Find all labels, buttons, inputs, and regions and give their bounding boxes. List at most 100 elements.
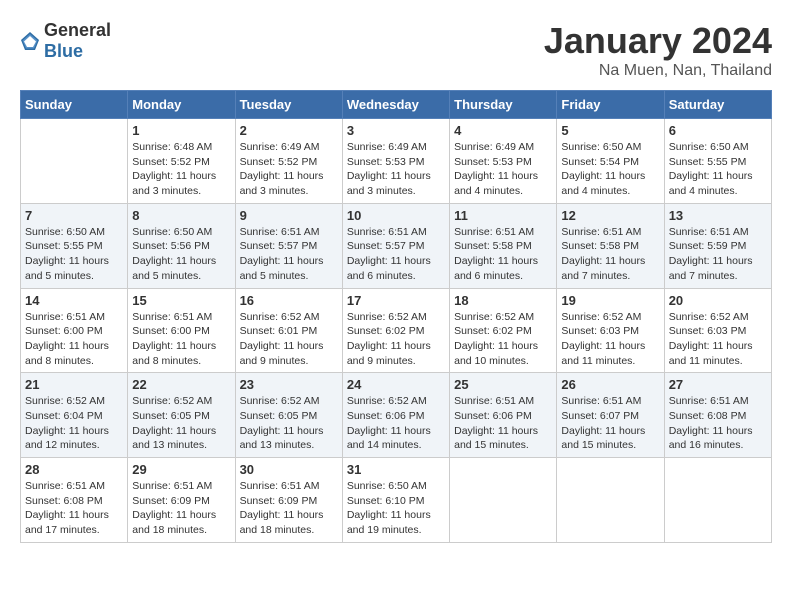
day-number: 8 [132, 208, 230, 223]
calendar-cell: 6 Sunrise: 6:50 AM Sunset: 5:55 PM Daylig… [664, 119, 771, 204]
day-number: 9 [240, 208, 338, 223]
day-number: 13 [669, 208, 767, 223]
logo-text: General Blue [44, 20, 111, 62]
calendar-cell: 9Sunrise: 6:51 AM Sunset: 5:57 PM Daylig… [235, 203, 342, 288]
calendar-cell: 7 Sunrise: 6:50 AM Sunset: 5:55 PM Daylig… [21, 203, 128, 288]
day-info: Sunrise: 6:51 AM Sunset: 5:57 PM Dayligh… [347, 225, 445, 284]
day-number: 20 [669, 293, 767, 308]
logo-general: General [44, 20, 111, 40]
calendar-week-row: 7 Sunrise: 6:50 AM Sunset: 5:55 PM Daylig… [21, 203, 772, 288]
logo-blue: Blue [44, 41, 83, 61]
calendar-cell: 22 Sunrise: 6:52 AM Sunset: 6:05 PM Dayli… [128, 373, 235, 458]
calendar-cell: 10 Sunrise: 6:51 AM Sunset: 5:57 PM Dayli… [342, 203, 449, 288]
day-info: Sunrise: 6:49 AM Sunset: 5:53 PM Dayligh… [454, 140, 552, 199]
day-number: 5 [561, 123, 659, 138]
day-number: 7 [25, 208, 123, 223]
day-info: Sunrise: 6:52 AM Sunset: 6:06 PM Dayligh… [347, 394, 445, 453]
day-info: Sunrise: 6:51 AM Sunset: 5:58 PM Dayligh… [561, 225, 659, 284]
calendar-cell: 24 Sunrise: 6:52 AM Sunset: 6:06 PM Dayli… [342, 373, 449, 458]
calendar-table: SundayMondayTuesdayWednesdayThursdayFrid… [20, 90, 772, 543]
day-number: 17 [347, 293, 445, 308]
day-info: Sunrise: 6:49 AM Sunset: 5:52 PM Dayligh… [240, 140, 338, 199]
calendar-week-row: 14 Sunrise: 6:51 AM Sunset: 6:00 PM Dayli… [21, 288, 772, 373]
calendar-cell [450, 458, 557, 543]
calendar-cell: 23Sunrise: 6:52 AM Sunset: 6:05 PM Dayli… [235, 373, 342, 458]
calendar-cell: 13 Sunrise: 6:51 AM Sunset: 5:59 PM Dayli… [664, 203, 771, 288]
day-number: 22 [132, 377, 230, 392]
day-info: Sunrise: 6:52 AM Sunset: 6:04 PM Dayligh… [25, 394, 123, 453]
day-info: Sunrise: 6:48 AM Sunset: 5:52 PM Dayligh… [132, 140, 230, 199]
calendar-cell: 4 Sunrise: 6:49 AM Sunset: 5:53 PM Daylig… [450, 119, 557, 204]
calendar-week-row: 28Sunrise: 6:51 AM Sunset: 6:08 PM Dayli… [21, 458, 772, 543]
day-info: Sunrise: 6:50 AM Sunset: 5:54 PM Dayligh… [561, 140, 659, 199]
calendar-cell: 31Sunrise: 6:50 AM Sunset: 6:10 PM Dayli… [342, 458, 449, 543]
day-info: Sunrise: 6:51 AM Sunset: 6:09 PM Dayligh… [132, 479, 230, 538]
weekday-header: Tuesday [235, 91, 342, 119]
day-info: Sunrise: 6:51 AM Sunset: 6:08 PM Dayligh… [669, 394, 767, 453]
calendar-cell: 1 Sunrise: 6:48 AM Sunset: 5:52 PM Daylig… [128, 119, 235, 204]
day-info: Sunrise: 6:52 AM Sunset: 6:05 PM Dayligh… [132, 394, 230, 453]
calendar-cell: 21 Sunrise: 6:52 AM Sunset: 6:04 PM Dayli… [21, 373, 128, 458]
calendar-cell: 14 Sunrise: 6:51 AM Sunset: 6:00 PM Dayli… [21, 288, 128, 373]
day-number: 12 [561, 208, 659, 223]
day-number: 29 [132, 462, 230, 477]
day-number: 26 [561, 377, 659, 392]
weekday-header: Monday [128, 91, 235, 119]
day-number: 21 [25, 377, 123, 392]
calendar-cell: 19Sunrise: 6:52 AM Sunset: 6:03 PM Dayli… [557, 288, 664, 373]
weekday-header: Friday [557, 91, 664, 119]
calendar-cell: 18 Sunrise: 6:52 AM Sunset: 6:02 PM Dayli… [450, 288, 557, 373]
calendar-cell [21, 119, 128, 204]
day-number: 24 [347, 377, 445, 392]
calendar-cell: 26 Sunrise: 6:51 AM Sunset: 6:07 PM Dayli… [557, 373, 664, 458]
location-subtitle: Na Muen, Nan, Thailand [544, 62, 772, 80]
calendar-week-row: 21 Sunrise: 6:52 AM Sunset: 6:04 PM Dayli… [21, 373, 772, 458]
calendar-cell [557, 458, 664, 543]
day-number: 14 [25, 293, 123, 308]
day-number: 28 [25, 462, 123, 477]
calendar-cell: 3 Sunrise: 6:49 AM Sunset: 5:53 PM Daylig… [342, 119, 449, 204]
day-number: 4 [454, 123, 552, 138]
calendar-cell: 29 Sunrise: 6:51 AM Sunset: 6:09 PM Dayli… [128, 458, 235, 543]
day-number: 27 [669, 377, 767, 392]
day-number: 16 [240, 293, 338, 308]
calendar-cell: 5 Sunrise: 6:50 AM Sunset: 5:54 PM Daylig… [557, 119, 664, 204]
day-info: Sunrise: 6:52 AM Sunset: 6:03 PM Dayligh… [669, 310, 767, 369]
calendar-cell: 27 Sunrise: 6:51 AM Sunset: 6:08 PM Dayli… [664, 373, 771, 458]
day-info: Sunrise: 6:50 AM Sunset: 5:55 PM Dayligh… [669, 140, 767, 199]
month-year-title: January 2024 [544, 20, 772, 62]
day-info: Sunrise: 6:51 AM Sunset: 6:00 PM Dayligh… [132, 310, 230, 369]
day-info: Sunrise: 6:51 AM Sunset: 5:59 PM Dayligh… [669, 225, 767, 284]
day-info: Sunrise: 6:52 AM Sunset: 6:02 PM Dayligh… [454, 310, 552, 369]
calendar-cell: 17Sunrise: 6:52 AM Sunset: 6:02 PM Dayli… [342, 288, 449, 373]
day-info: Sunrise: 6:51 AM Sunset: 6:06 PM Dayligh… [454, 394, 552, 453]
day-info: Sunrise: 6:51 AM Sunset: 6:07 PM Dayligh… [561, 394, 659, 453]
day-info: Sunrise: 6:50 AM Sunset: 6:10 PM Dayligh… [347, 479, 445, 538]
calendar-cell: 20 Sunrise: 6:52 AM Sunset: 6:03 PM Dayli… [664, 288, 771, 373]
day-info: Sunrise: 6:49 AM Sunset: 5:53 PM Dayligh… [347, 140, 445, 199]
day-number: 3 [347, 123, 445, 138]
page-header: General Blue January 2024 Na Muen, Nan, … [20, 20, 772, 80]
day-info: Sunrise: 6:52 AM Sunset: 6:01 PM Dayligh… [240, 310, 338, 369]
day-number: 11 [454, 208, 552, 223]
day-number: 10 [347, 208, 445, 223]
day-info: Sunrise: 6:52 AM Sunset: 6:03 PM Dayligh… [561, 310, 659, 369]
day-info: Sunrise: 6:51 AM Sunset: 6:09 PM Dayligh… [240, 479, 338, 538]
day-number: 1 [132, 123, 230, 138]
day-info: Sunrise: 6:51 AM Sunset: 6:00 PM Dayligh… [25, 310, 123, 369]
calendar-week-row: 1 Sunrise: 6:48 AM Sunset: 5:52 PM Daylig… [21, 119, 772, 204]
calendar-cell: 30 Sunrise: 6:51 AM Sunset: 6:09 PM Dayli… [235, 458, 342, 543]
weekday-header: Wednesday [342, 91, 449, 119]
day-info: Sunrise: 6:50 AM Sunset: 5:55 PM Dayligh… [25, 225, 123, 284]
logo: General Blue [20, 20, 111, 62]
general-blue-icon [20, 31, 40, 51]
day-number: 30 [240, 462, 338, 477]
calendar-cell: 11Sunrise: 6:51 AM Sunset: 5:58 PM Dayli… [450, 203, 557, 288]
day-number: 6 [669, 123, 767, 138]
weekday-header: Saturday [664, 91, 771, 119]
day-number: 18 [454, 293, 552, 308]
calendar-cell: 12 Sunrise: 6:51 AM Sunset: 5:58 PM Dayli… [557, 203, 664, 288]
day-number: 25 [454, 377, 552, 392]
day-number: 23 [240, 377, 338, 392]
calendar-cell: 25 Sunrise: 6:51 AM Sunset: 6:06 PM Dayli… [450, 373, 557, 458]
